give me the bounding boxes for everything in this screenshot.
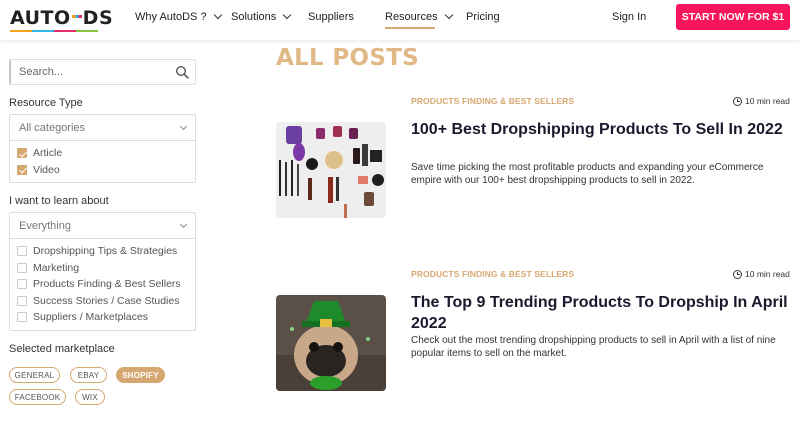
post-category[interactable]: PRODUCTS FINDING & BEST SELLERS xyxy=(411,269,574,279)
logo-text-right: DS xyxy=(82,7,114,29)
option-label: Dropshipping Tips & Strategies xyxy=(33,245,178,258)
nav-active-indicator xyxy=(385,27,435,29)
search-input[interactable] xyxy=(11,60,171,84)
learn-option-products-finding[interactable]: Products Finding & Best Sellers xyxy=(10,276,195,293)
nav-why-autods[interactable]: Why AutoDS ? xyxy=(135,10,222,23)
learn-option-dropshipping-tips[interactable]: Dropshipping Tips & Strategies xyxy=(10,243,195,260)
page-title: ALL POSTS xyxy=(276,45,420,71)
site-header: AUTO DS Why AutoDS ? Solutions Suppliers … xyxy=(0,0,800,40)
resource-type-option-article[interactable]: Article xyxy=(10,145,195,162)
logo-dash-icon xyxy=(71,14,82,18)
checkbox-icon[interactable] xyxy=(17,295,27,306)
clock-icon xyxy=(733,96,742,106)
tag-facebook[interactable]: FACEBOOK xyxy=(9,389,66,405)
checkbox-icon[interactable] xyxy=(17,246,27,257)
nav-resources[interactable]: Resources xyxy=(385,10,453,23)
checkbox-icon[interactable] xyxy=(17,148,27,159)
tag-shopify[interactable]: SHOPIFY xyxy=(116,367,165,383)
checkbox-icon[interactable] xyxy=(17,164,27,175)
post-excerpt: Check out the most trending dropshipping… xyxy=(411,335,776,359)
nav-pricing-label: Pricing xyxy=(466,11,500,23)
resource-type-filter: All categories Article Video xyxy=(9,114,196,183)
tag-wix[interactable]: WIX xyxy=(75,389,105,405)
chevron-down-icon xyxy=(213,10,222,20)
learn-about-select[interactable]: Everything xyxy=(10,213,195,239)
read-time-text: 10 min read xyxy=(745,96,790,106)
checkbox-icon[interactable] xyxy=(17,262,27,273)
resource-type-label: Resource Type xyxy=(9,97,83,109)
nav-suppliers[interactable]: Suppliers xyxy=(308,11,354,23)
option-label: Marketing xyxy=(33,261,80,274)
checkbox-icon[interactable] xyxy=(17,279,27,290)
read-time: 10 min read xyxy=(733,269,790,279)
cosmetics-image xyxy=(276,122,386,218)
option-label: Video xyxy=(33,163,60,176)
post-thumbnail-cosmetics[interactable] xyxy=(276,122,386,218)
chevron-down-icon xyxy=(444,10,453,20)
nav-solutions[interactable]: Solutions xyxy=(231,10,292,23)
chevron-down-icon xyxy=(283,10,292,20)
resource-type-option-video[interactable]: Video xyxy=(10,162,195,179)
read-time: 10 min read xyxy=(733,96,790,106)
read-time-text: 10 min read xyxy=(745,269,790,279)
logo-underline xyxy=(10,30,98,32)
start-now-button[interactable]: START NOW FOR $1 xyxy=(676,4,790,30)
search-icon[interactable] xyxy=(175,65,189,79)
post-title[interactable]: 100+ Best Dropshipping Products To Sell … xyxy=(411,119,791,140)
learn-about-label: I want to learn about xyxy=(9,195,109,207)
post-excerpt: Save time picking the most profitable pr… xyxy=(411,162,764,186)
chevron-down-icon xyxy=(179,122,188,130)
option-label: Products Finding & Best Sellers xyxy=(33,278,181,291)
option-label: Article xyxy=(33,147,63,160)
tag-general[interactable]: GENERAL xyxy=(9,367,60,383)
nav-pricing[interactable]: Pricing xyxy=(466,11,500,23)
clock-icon xyxy=(733,269,742,279)
tag-ebay[interactable]: EBAY xyxy=(70,367,107,383)
marketplace-label: Selected marketplace xyxy=(9,343,115,355)
chevron-down-icon xyxy=(179,220,188,228)
resource-type-select[interactable]: All categories xyxy=(10,115,195,141)
nav-resources-label: Resources xyxy=(385,11,438,23)
learn-about-filter: Everything Dropshipping Tips & Strategie… xyxy=(9,212,196,331)
post-thumbnail-pug[interactable] xyxy=(276,295,386,391)
post-title[interactable]: The Top 9 Trending Products To Dropship … xyxy=(411,292,791,334)
sign-in-link[interactable]: Sign In xyxy=(612,11,646,23)
logo-text-left: AUTO xyxy=(10,7,71,29)
nav-solutions-label: Solutions xyxy=(231,11,277,23)
learn-option-suppliers[interactable]: Suppliers / Marketplaces xyxy=(10,309,195,326)
resource-type-select-value: All categories xyxy=(19,121,86,134)
checkbox-icon[interactable] xyxy=(17,312,27,323)
post-category[interactable]: PRODUCTS FINDING & BEST SELLERS xyxy=(411,96,574,106)
learn-about-select-value: Everything xyxy=(19,219,71,232)
autods-logo[interactable]: AUTO DS xyxy=(10,7,114,32)
option-label: Success Stories / Case Studies xyxy=(33,294,180,307)
search-box xyxy=(9,59,196,85)
option-label: Suppliers / Marketplaces xyxy=(33,311,148,324)
nav-suppliers-label: Suppliers xyxy=(308,11,354,23)
learn-option-marketing[interactable]: Marketing xyxy=(10,260,195,277)
pug-image xyxy=(276,295,386,391)
nav-why-autods-label: Why AutoDS ? xyxy=(135,11,207,23)
learn-option-success-stories[interactable]: Success Stories / Case Studies xyxy=(10,293,195,310)
